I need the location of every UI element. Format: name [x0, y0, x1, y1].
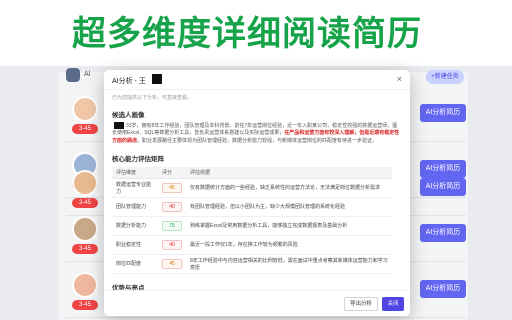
table-header-row: 评估维度 评分 评估依据	[112, 167, 392, 179]
candidate-text-end: 。职业发展路径主要体现为团队管理经验，数据分析能力较强，与新媒体运营岗位的匹配度…	[137, 137, 378, 144]
dimension-cell: 数据分析能力	[112, 216, 158, 236]
score-badge: 45	[162, 182, 182, 193]
ability-matrix-table: 评估维度 评分 评估依据 数据运营专业能力 45 仅有数据统计方面的一些经验，缺…	[112, 167, 392, 274]
dimension-cell: 团队管理能力	[112, 197, 158, 217]
dialog-footer: 导出分析 关闭	[104, 290, 410, 316]
basis-cell: 有团队管理经验，但以小团队为主，缺少大规模团队管理的系统化经验	[186, 197, 392, 217]
dimension-cell: 岗位匹配度	[112, 254, 158, 274]
banner-title: 超多维度详细阅读简历	[72, 15, 422, 53]
basis-cell: 8年工作经验中与内容运营相关的比例较低，需在面试中重点考察其新媒体运营能力和学习…	[186, 254, 392, 274]
score-badge: 75	[162, 220, 182, 231]
section-core-title: 核心能力评估矩阵	[112, 156, 164, 164]
table-row: 团队管理能力 40 有团队管理经验，但以小团队为主，缺少大规模团队管理的系统化经…	[112, 197, 392, 217]
table-row: 岗位匹配度 45 8年工作经验中与内容运营相关的比例较低，需在面试中重点考察其新…	[112, 254, 392, 274]
status-badge: 3-45	[72, 124, 98, 134]
dialog-header: AI分析 - 王 ×	[104, 70, 410, 90]
analyze-button[interactable]: AI分析简历	[420, 224, 466, 242]
dimension-cell: 数据运营专业能力	[112, 178, 158, 198]
column-header: 评估维度	[112, 167, 158, 179]
status-badge: 3-45	[72, 244, 98, 254]
analyze-button[interactable]: AI分析简历	[420, 280, 466, 298]
avatar	[72, 96, 98, 122]
ai-analysis-dialog: AI分析 - 王 × 已为您提供以下分析，可直接查看。 候选人画像 33岁，拥有…	[104, 70, 410, 316]
background-label: Al	[84, 71, 91, 78]
redacted-name	[152, 74, 162, 84]
section-candidate-title: 候选人画像	[112, 112, 145, 119]
table-row: 职业稳定性 40 最近一段工作仅1年，存在换工作较为频繁的风险	[112, 235, 392, 255]
status-badge: 3-45	[72, 300, 98, 310]
basis-cell: 仅有数据统计方面的一些经验，缺乏系统性的运营方法论，无法满足岗位数据分析需求	[186, 178, 392, 198]
dialog-body[interactable]: 已为您提供以下分析，可直接查看。 候选人画像 33岁，拥有8年工作经验，团队管理…	[112, 92, 402, 290]
dialog-subtitle: 已为您提供以下分析，可直接查看。	[112, 95, 193, 101]
column-header: 评分	[158, 167, 186, 179]
avatar	[72, 216, 98, 242]
basis-cell: 熟练掌握Excel及常用数据分析工具，能够独立完成数据报表及基础分析	[186, 216, 392, 236]
section-strengths-title: 优势与亮点	[112, 284, 145, 290]
robot-icon	[66, 68, 80, 82]
analyze-button[interactable]: AI分析简历	[420, 178, 466, 196]
redacted-name	[114, 122, 124, 129]
close-icon[interactable]: ×	[397, 75, 402, 84]
avatar	[72, 170, 98, 196]
score-badge: 45	[162, 258, 182, 269]
column-header: 评估依据	[186, 167, 392, 179]
basis-cell: 最近一段工作仅1年，存在换工作较为频繁的风险	[186, 235, 392, 255]
new-task-button[interactable]: +新建任务	[426, 70, 464, 84]
promo-banner: 超多维度详细阅读简历	[0, 0, 512, 66]
close-button[interactable]: 关闭	[382, 297, 404, 311]
table-row: 数据运营专业能力 45 仅有数据统计方面的一些经验，缺乏系统性的运营方法论，无法…	[112, 178, 392, 198]
avatar	[72, 272, 98, 298]
analyze-button[interactable]: AI分析简历	[420, 104, 466, 122]
dialog-title: AI分析 - 王	[112, 78, 146, 85]
score-badge: 40	[162, 239, 182, 250]
table-row: 数据分析能力 75 熟练掌握Excel及常用数据分析工具，能够独立完成数据报表及…	[112, 216, 392, 236]
score-badge: 40	[162, 201, 182, 212]
export-button[interactable]: 导出分析	[344, 297, 378, 311]
candidate-summary: 33岁，拥有8年工作经验，团队管理及本科背景。前任7年运营岗位经验，近一年入职某…	[112, 122, 402, 145]
dimension-cell: 职业稳定性	[112, 235, 158, 255]
